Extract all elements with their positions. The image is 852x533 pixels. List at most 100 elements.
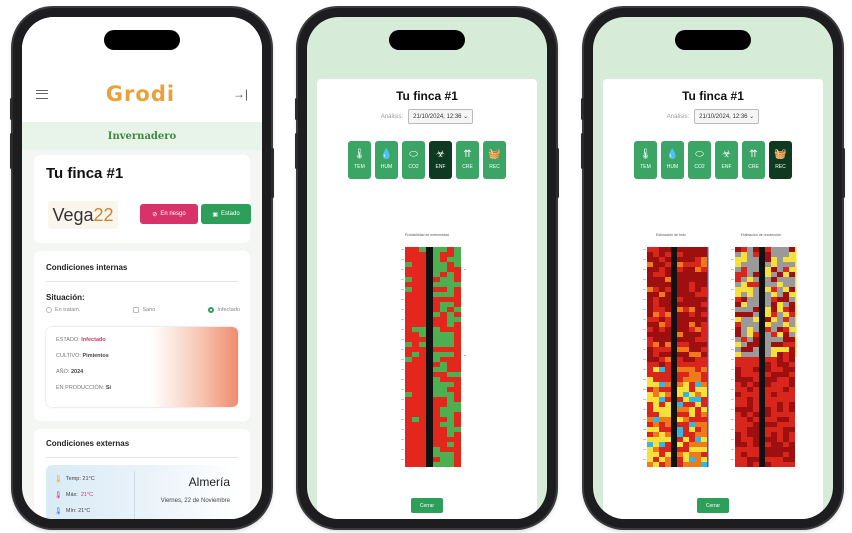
analysis-select[interactable]: 21/10/2024, 12:36 ⌄ — [694, 109, 760, 124]
tile-cre[interactable]: ⇈ CRE — [456, 141, 479, 179]
heatmap-cell — [659, 367, 665, 372]
heatmap-cell — [765, 462, 771, 467]
heatmap-cell — [659, 362, 665, 367]
heatmap-cell — [419, 382, 426, 387]
axis-tick — [731, 439, 734, 440]
heatmap-cell — [647, 327, 653, 332]
heatmap-cell — [454, 407, 461, 412]
tile-co2[interactable]: ⬭ CO2 — [402, 141, 425, 179]
heatmap-cell — [753, 452, 759, 457]
axis-tick — [731, 359, 734, 360]
tile-label: CRE — [748, 164, 759, 170]
heatmap-cell — [653, 397, 659, 402]
heatmap-cell — [677, 447, 683, 452]
heatmap-cell — [747, 357, 753, 362]
heatmap-cell — [759, 447, 765, 452]
axis-tick — [401, 459, 404, 460]
heatmap-cell — [647, 282, 653, 287]
heatmap-cell — [789, 292, 795, 297]
heatmap-cell — [771, 252, 777, 257]
heatmap-cell — [789, 452, 795, 457]
state-button[interactable]: ▣ Estado — [201, 204, 251, 224]
heatmap-cell — [753, 362, 759, 367]
info-ano: AÑO: 2024 — [56, 369, 83, 375]
heatmap-cell — [771, 257, 777, 262]
heatmap-cell — [426, 402, 433, 407]
analysis-value: 21/10/2024, 12:36 — [413, 114, 462, 120]
situation-options: En tratam. Sano Infectado — [46, 307, 240, 313]
option-treatment[interactable]: En tratam. — [46, 307, 80, 313]
heatmap-cell — [771, 347, 777, 352]
heatmap-cell — [405, 372, 412, 377]
heatmap-cell — [735, 452, 741, 457]
tile-enf[interactable]: ☣ ENF — [715, 141, 738, 179]
heatmap-cell — [759, 322, 765, 327]
tile-rec[interactable]: 🧺 REC — [483, 141, 506, 179]
heatmap-cell — [405, 417, 412, 422]
option-infected[interactable]: Infectado — [208, 307, 240, 313]
heatmap-cell — [447, 262, 454, 267]
heatmap-cell — [454, 282, 461, 287]
heatmap-cell — [689, 272, 695, 277]
heatmap-cell — [747, 407, 753, 412]
heatmap-cell — [783, 342, 789, 347]
heatmap-cell — [405, 247, 412, 252]
heatmap-cell — [753, 397, 759, 402]
heatmap-cell — [689, 292, 695, 297]
close-button[interactable]: Cerrar — [411, 498, 443, 513]
heatmap-cell — [412, 447, 419, 452]
tile-tem[interactable]: 🌡 TEM — [634, 141, 657, 179]
heatmap-cell — [695, 257, 701, 262]
tile-enf[interactable]: ☣ ENF — [429, 141, 452, 179]
heatmap-cell — [440, 397, 447, 402]
heatmap-cell — [783, 432, 789, 437]
analysis-select[interactable]: 21/10/2024, 12:36 ⌄ — [408, 109, 474, 124]
tile-cre[interactable]: ⇈ CRE — [742, 141, 765, 179]
heatmap-cell — [647, 357, 653, 362]
metric-tiles: 🌡 TEM 💧 HUM ⬭ CO2 ☣ ENF ⇈ CRE 🧺 REC — [317, 141, 537, 179]
heatmap-cell — [677, 337, 683, 342]
tile-tem[interactable]: 🌡 TEM — [348, 141, 371, 179]
heatmap-cell — [426, 322, 433, 327]
tile-hum[interactable]: 💧 HUM — [661, 141, 684, 179]
heatmap-cell — [683, 327, 689, 332]
heatmap-cell — [426, 387, 433, 392]
heatmap-cell — [405, 337, 412, 342]
heatmap-cell — [777, 262, 783, 267]
heatmap-cell — [771, 342, 777, 347]
heatmap-cell — [695, 377, 701, 382]
heatmap-cell — [695, 327, 701, 332]
risk-button[interactable]: ⊘ En riesgo — [140, 204, 198, 224]
heatmap-cell — [765, 342, 771, 347]
tile-rec[interactable]: 🧺 REC — [769, 141, 792, 179]
heatmap-cell — [433, 322, 440, 327]
heatmap-cell — [695, 312, 701, 317]
heatmap-cell — [426, 247, 433, 252]
heatmap-cell — [783, 267, 789, 272]
weather-temp: 🌡 Temp: 21°C — [54, 475, 95, 483]
heatmap-cell — [741, 392, 747, 397]
heatmap-cell — [412, 287, 419, 292]
heatmap-cell — [647, 262, 653, 267]
tile-label: ENF — [721, 164, 732, 170]
tile-hum[interactable]: 💧 HUM — [375, 141, 398, 179]
heatmap-cell — [419, 362, 426, 367]
heatmap-cell — [419, 437, 426, 442]
heatmap-cell — [777, 307, 783, 312]
heatmap-cell — [777, 422, 783, 427]
close-button[interactable]: Cerrar — [697, 498, 729, 513]
heatmap-cell — [777, 327, 783, 332]
section-banner: Invernadero — [22, 122, 262, 150]
heatmap-cell — [701, 462, 707, 467]
heatmap-cell — [789, 247, 795, 252]
heatmap-cell — [426, 307, 433, 312]
heatmap-cell — [783, 457, 789, 462]
tile-co2[interactable]: ⬭ CO2 — [688, 141, 711, 179]
heatmap-cell — [689, 317, 695, 322]
option-healthy[interactable]: Sano — [133, 307, 155, 313]
menu-icon[interactable] — [36, 89, 48, 99]
axis-tick — [401, 439, 404, 440]
info-value: Si — [105, 385, 112, 391]
heatmap-cell — [447, 417, 454, 422]
logout-icon[interactable]: →| — [233, 87, 248, 101]
